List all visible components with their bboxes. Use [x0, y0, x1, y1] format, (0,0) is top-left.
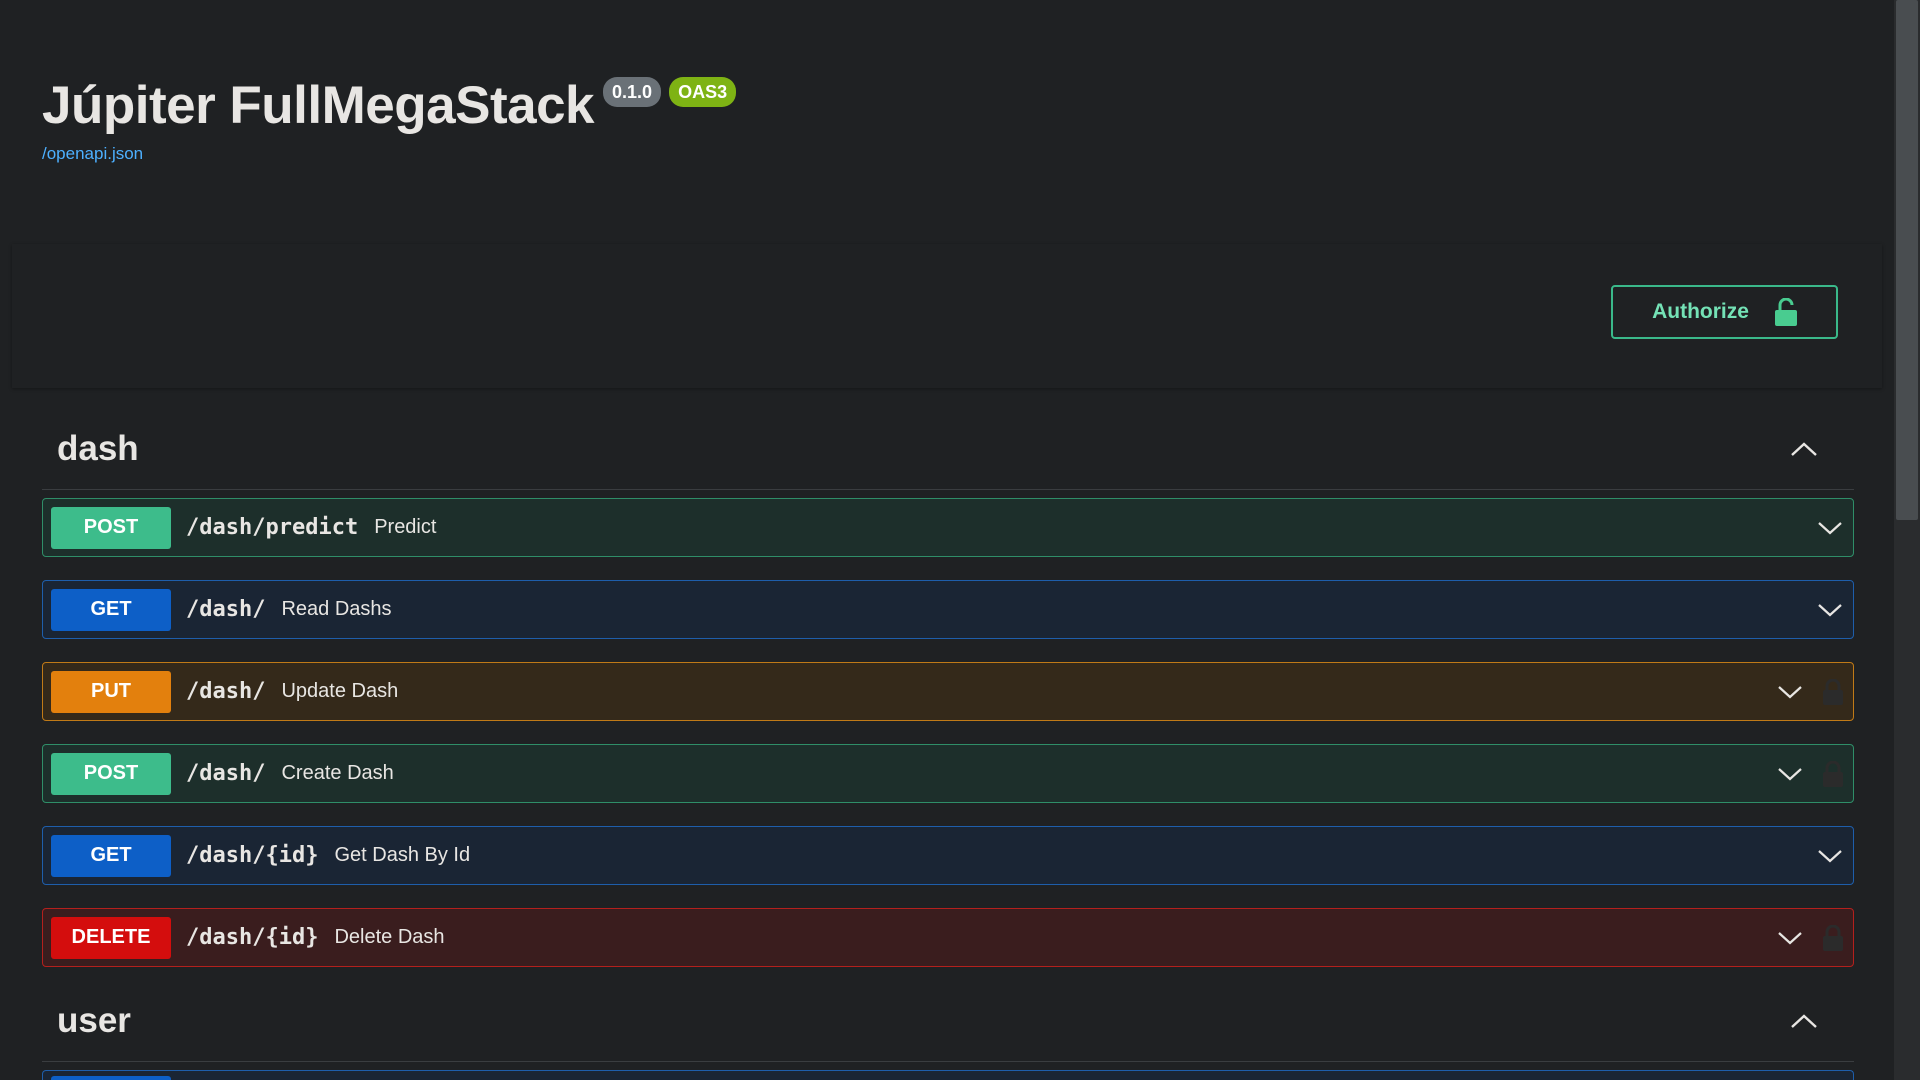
- authorize-button[interactable]: Authorize: [1611, 285, 1838, 339]
- lock-icon[interactable]: [1823, 678, 1843, 705]
- scheme-container: Authorize: [12, 244, 1882, 388]
- tag-header-user[interactable]: user: [42, 980, 1854, 1062]
- operation-path: /dash/: [186, 679, 266, 704]
- operation-summary: Delete Dash: [334, 926, 445, 948]
- operation-summary: Read Dashs: [281, 598, 392, 620]
- http-method-badge: GET: [51, 588, 171, 631]
- operation-block[interactable]: GET /dash/ Read Dashs: [42, 580, 1854, 639]
- http-method-badge: GET: [51, 834, 171, 877]
- tag-name: user: [57, 1000, 131, 1040]
- operation-summary: Create Dash: [281, 762, 394, 784]
- operation-path: /dash/{id}: [186, 843, 319, 868]
- method-badge-partial: [51, 1076, 171, 1080]
- chevron-down-icon[interactable]: [1817, 848, 1843, 864]
- operation-summary: Predict: [374, 516, 437, 538]
- tag-name: dash: [57, 428, 139, 468]
- operation-controls: [1817, 581, 1843, 638]
- operation-summary: Get Dash By Id: [334, 844, 471, 866]
- lock-icon[interactable]: [1823, 760, 1843, 787]
- http-method-badge: POST: [51, 752, 171, 795]
- authorize-label: Authorize: [1652, 300, 1749, 323]
- operation-block[interactable]: POST /dash/predict Predict: [42, 498, 1854, 557]
- tag-section-dash: dash POST /dash/predict Predict GET /das…: [42, 408, 1854, 990]
- unlocked-padlock-icon: [1774, 298, 1797, 326]
- scrollbar-thumb[interactable]: [1896, 0, 1918, 520]
- operation-summary: Update Dash: [281, 680, 399, 702]
- http-method-badge: POST: [51, 506, 171, 549]
- chevron-up-icon[interactable]: [1790, 1013, 1818, 1029]
- oas-badge: OAS3: [669, 77, 737, 107]
- operations-list: POST /dash/predict Predict GET /dash/ Re…: [42, 490, 1854, 967]
- operation-path: /dash/: [186, 761, 266, 786]
- operation-block[interactable]: POST /dash/ Create Dash: [42, 744, 1854, 803]
- chevron-up-icon[interactable]: [1790, 441, 1818, 457]
- vertical-scrollbar[interactable]: [1894, 0, 1920, 1080]
- lock-icon[interactable]: [1823, 924, 1843, 951]
- operation-path: /dash/predict: [186, 515, 359, 540]
- chevron-down-icon[interactable]: [1777, 684, 1803, 700]
- chevron-down-icon[interactable]: [1777, 766, 1803, 782]
- http-method-badge: DELETE: [51, 916, 171, 959]
- operation-controls: [1817, 499, 1843, 556]
- http-method-badge: PUT: [51, 670, 171, 713]
- operation-controls: [1817, 827, 1843, 884]
- operation-block[interactable]: DELETE /dash/{id} Delete Dash: [42, 908, 1854, 967]
- operation-controls: [1777, 663, 1843, 720]
- version-badge: 0.1.0: [603, 77, 662, 107]
- title-row: Júpiter FullMegaStack 0.1.0 OAS3: [42, 70, 737, 142]
- chevron-down-icon[interactable]: [1777, 930, 1803, 946]
- operation-controls: [1777, 909, 1843, 966]
- operation-path: /dash/: [186, 597, 266, 622]
- chevron-down-icon[interactable]: [1817, 602, 1843, 618]
- swagger-ui-page: Júpiter FullMegaStack 0.1.0 OAS3 /openap…: [0, 0, 1894, 1080]
- api-info: Júpiter FullMegaStack 0.1.0 OAS3 /openap…: [42, 70, 737, 164]
- operation-block[interactable]: PUT /dash/ Update Dash: [42, 662, 1854, 721]
- tag-section-user: user: [42, 980, 1854, 1080]
- operation-block[interactable]: GET /dash/{id} Get Dash By Id: [42, 826, 1854, 885]
- chevron-down-icon[interactable]: [1817, 520, 1843, 536]
- tag-header-dash[interactable]: dash: [42, 408, 1854, 490]
- opblock-partial: [42, 1070, 1854, 1080]
- api-title: Júpiter FullMegaStack: [42, 76, 595, 135]
- operation-controls: [1777, 745, 1843, 802]
- operation-path: /dash/{id}: [186, 925, 319, 950]
- openapi-json-link[interactable]: /openapi.json: [42, 144, 736, 164]
